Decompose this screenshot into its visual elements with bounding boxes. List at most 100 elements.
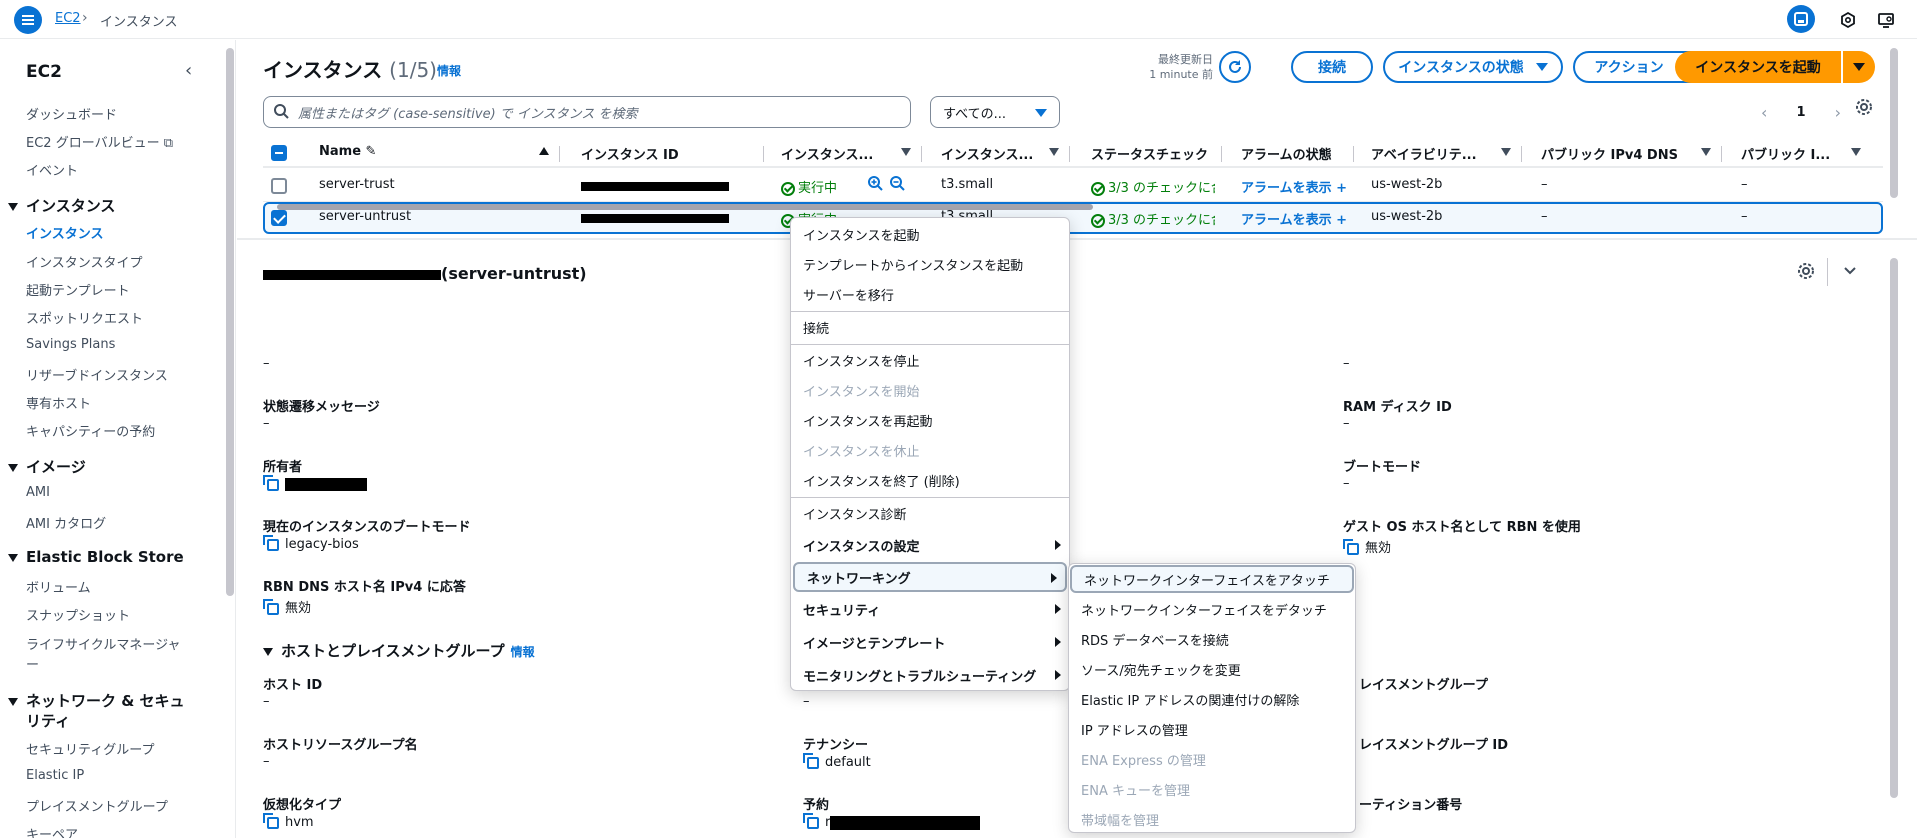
col-availability-zone[interactable]: アベイラビリテ... bbox=[1371, 144, 1499, 163]
submenu-item-detach-eni[interactable]: ネットワークインターフェイスをデタッチ bbox=[1069, 595, 1355, 623]
screen-settings-icon[interactable] bbox=[1874, 8, 1898, 32]
col-divider[interactable] bbox=[1721, 146, 1722, 162]
main-scrollbar[interactable] bbox=[1889, 48, 1899, 800]
col-instance-state[interactable]: インスタンス... bbox=[781, 144, 889, 163]
zoom-in-icon[interactable] bbox=[867, 175, 883, 195]
col-alarm-status[interactable]: アラームの状態 bbox=[1241, 144, 1332, 163]
sidebar-scrollbar[interactable] bbox=[226, 48, 234, 596]
sidebar-item-key-pairs[interactable]: キーペア bbox=[26, 824, 78, 838]
copy-icon[interactable] bbox=[263, 812, 279, 829]
submenu-item-attach-eni[interactable]: ネットワークインターフェイスをアタッチ bbox=[1070, 565, 1354, 593]
hexagon-settings-icon[interactable] bbox=[1836, 8, 1860, 32]
col-name[interactable]: Name ✎ bbox=[319, 144, 376, 159]
scroll-thumb[interactable] bbox=[1890, 48, 1898, 198]
menu-item-monitoring[interactable]: モニタリングとトラブルシューティング bbox=[791, 661, 1069, 689]
sidebar-item-dashboard[interactable]: ダッシュボード bbox=[26, 104, 117, 123]
launch-instance-dropdown[interactable] bbox=[1843, 51, 1875, 83]
sidebar-item-security-groups[interactable]: セキュリティグループ bbox=[26, 739, 154, 758]
copy-icon[interactable] bbox=[1343, 538, 1359, 555]
collapse-sidebar-icon[interactable]: ‹ bbox=[185, 60, 192, 81]
copy-icon[interactable] bbox=[803, 812, 819, 829]
menu-item-diagnostics[interactable]: インスタンス診断 bbox=[791, 499, 1069, 527]
menu-item-terminate[interactable]: インスタンスを終了 (削除) bbox=[791, 466, 1069, 494]
copy-icon[interactable] bbox=[803, 752, 819, 769]
launch-instance-button[interactable]: インスタンスを起動 bbox=[1675, 51, 1841, 83]
col-public-ip[interactable]: パブリック I... bbox=[1741, 144, 1839, 163]
info-link[interactable]: 情報 bbox=[437, 62, 461, 79]
col-divider[interactable] bbox=[559, 146, 560, 162]
copy-icon[interactable] bbox=[263, 534, 279, 551]
sidebar-item-capacity-reservations[interactable]: キャパシティーの予約 bbox=[26, 421, 155, 440]
sidebar-item-lifecycle-manager[interactable]: ライフサイクルマネージャ bbox=[26, 634, 180, 653]
col-divider[interactable] bbox=[1069, 146, 1070, 162]
col-divider[interactable] bbox=[921, 146, 922, 162]
menu-icon[interactable] bbox=[14, 6, 42, 34]
sidebar-item-savings-plans[interactable]: Savings Plans bbox=[26, 337, 115, 352]
sidebar-section-images[interactable]: イメージ bbox=[8, 456, 86, 477]
table-horizontal-scrollbar[interactable] bbox=[263, 202, 1883, 210]
sort-icon[interactable] bbox=[901, 148, 911, 156]
refresh-button[interactable] bbox=[1219, 51, 1251, 83]
zoom-out-icon[interactable] bbox=[889, 175, 905, 195]
sidebar-item-instance-types[interactable]: インスタンスタイプ bbox=[26, 252, 142, 271]
col-divider[interactable] bbox=[763, 146, 764, 162]
scroll-thumb[interactable] bbox=[1890, 258, 1898, 798]
menu-item-launch[interactable]: インスタンスを起動 bbox=[791, 220, 1069, 248]
menu-item-launch-from-template[interactable]: テンプレートからインスタンスを起動 bbox=[791, 250, 1069, 278]
view-alarms-link[interactable]: アラームを表示 + bbox=[1241, 177, 1347, 196]
col-status-check[interactable]: ステータスチェック bbox=[1091, 144, 1209, 163]
table-row[interactable]: server-trust 実行中 t3.small 3/3 のチェックに合格 ア… bbox=[263, 170, 1883, 202]
sidebar-item-elastic-ip[interactable]: Elastic IP bbox=[26, 768, 84, 783]
col-divider[interactable] bbox=[1221, 146, 1222, 162]
sidebar-item-ami[interactable]: AMI bbox=[26, 485, 50, 500]
sidebar-item-events[interactable]: イベント bbox=[26, 160, 78, 179]
filter-select[interactable]: すべての... bbox=[930, 96, 1060, 128]
col-instance-id[interactable]: インスタンス ID bbox=[581, 144, 679, 163]
menu-item-images-templates[interactable]: イメージとテンプレート bbox=[791, 628, 1069, 656]
split-panel-divider[interactable] bbox=[237, 238, 1917, 240]
section-host-placement[interactable]: ホストとプレイスメントグループ 情報 bbox=[263, 640, 535, 661]
sidebar-item-global-view[interactable]: EC2 グローバルビュー ⧉ bbox=[26, 132, 173, 151]
menu-item-stop[interactable]: インスタンスを停止 bbox=[791, 346, 1069, 374]
sort-icon[interactable] bbox=[1851, 148, 1861, 156]
menu-item-migrate[interactable]: サーバーを移行 bbox=[791, 280, 1069, 308]
sidebar-item-instances[interactable]: インスタンス bbox=[26, 223, 103, 242]
copy-icon[interactable] bbox=[263, 598, 279, 615]
search-input[interactable]: 属性またはタグ (case-sensitive) で インスタンス を検索 bbox=[263, 96, 911, 128]
table-settings-icon[interactable] bbox=[1855, 98, 1873, 120]
info-link[interactable]: 情報 bbox=[511, 645, 535, 659]
menu-item-networking[interactable]: ネットワーキング bbox=[793, 562, 1067, 592]
sidebar-item-snapshots[interactable]: スナップショット bbox=[26, 605, 130, 624]
col-instance-type[interactable]: インスタンス... bbox=[941, 144, 1051, 163]
submenu-item-disassociate-eip[interactable]: Elastic IP アドレスの関連付けの解除 bbox=[1069, 685, 1355, 713]
notifications-panel-icon[interactable] bbox=[1787, 5, 1815, 33]
sidebar-item-spot-requests[interactable]: スポットリクエスト bbox=[26, 308, 143, 327]
scroll-thumb[interactable] bbox=[277, 204, 1093, 210]
submenu-item-src-dst-check[interactable]: ソース/宛先チェックを変更 bbox=[1069, 655, 1355, 683]
sidebar-item-ami-catalog[interactable]: AMI カタログ bbox=[26, 513, 106, 532]
col-divider[interactable] bbox=[1353, 146, 1354, 162]
sort-icon[interactable] bbox=[1501, 148, 1511, 156]
select-all-checkbox[interactable] bbox=[271, 145, 287, 161]
menu-item-instance-settings[interactable]: インスタンスの設定 bbox=[791, 531, 1069, 559]
sort-icon[interactable] bbox=[1701, 148, 1711, 156]
sidebar-section-network[interactable]: ネットワーク & セキュ bbox=[8, 690, 185, 711]
submenu-item-connect-rds[interactable]: RDS データベースを接続 bbox=[1069, 625, 1355, 653]
detail-settings-icon[interactable] bbox=[1797, 262, 1815, 284]
row-checkbox[interactable] bbox=[271, 178, 287, 194]
menu-item-security[interactable]: セキュリティ bbox=[791, 595, 1069, 623]
page-number[interactable]: 1 bbox=[1796, 105, 1805, 120]
sidebar-section-ebs[interactable]: Elastic Block Store bbox=[8, 548, 184, 566]
sidebar-section-instances[interactable]: インスタンス bbox=[8, 195, 115, 216]
sort-asc-icon[interactable] bbox=[539, 147, 549, 155]
chevron-down-icon[interactable] bbox=[1841, 262, 1859, 284]
submenu-item-manage-ip[interactable]: IP アドレスの管理 bbox=[1069, 715, 1355, 743]
instance-state-button[interactable]: インスタンスの状態 bbox=[1383, 51, 1563, 83]
breadcrumb-ec2[interactable]: EC2 bbox=[55, 11, 81, 26]
col-public-dns[interactable]: パブリック IPv4 DNS bbox=[1541, 144, 1678, 163]
connect-button[interactable]: 接続 bbox=[1291, 51, 1373, 83]
menu-item-connect[interactable]: 接続 bbox=[791, 313, 1069, 341]
sidebar-item-dedicated-hosts[interactable]: 専有ホスト bbox=[26, 393, 91, 412]
sidebar-item-launch-templates[interactable]: 起動テンプレート bbox=[26, 280, 130, 299]
sidebar-item-reserved[interactable]: リザーブドインスタンス bbox=[26, 365, 168, 384]
